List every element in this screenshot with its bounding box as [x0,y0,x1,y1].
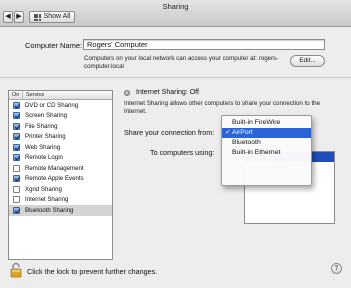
services-list: DVD or CD Sharing Screen Sharing File Shar… [9,100,112,216]
grid-icon [33,13,41,21]
service-label: Printer Sharing [25,133,66,141]
service-row[interactable]: Web Sharing [9,142,112,153]
lock-message: Click the lock to prevent further change… [27,267,158,276]
service-checkbox[interactable] [13,185,20,193]
service-row[interactable]: Internet Sharing [9,195,112,206]
service-row[interactable]: DVD or CD Sharing [9,100,112,111]
service-row[interactable]: Xgrid Sharing [9,184,112,195]
service-checkbox[interactable] [13,112,20,120]
computer-address-description: Computers on your local network can acce… [84,55,279,70]
services-table-header: On Service [9,91,112,100]
service-checkbox[interactable] [13,154,20,162]
service-label: Remote Login [25,154,63,162]
service-row[interactable]: Screen Sharing [9,111,112,122]
menu-item[interactable]: ✓ AirPort [222,128,311,138]
checkmark-icon: ✓ [225,129,231,136]
on-column-header[interactable]: On [9,91,23,99]
service-checkbox[interactable] [13,143,20,151]
internet-sharing-status: Internet Sharing: Off [136,89,199,96]
service-checkbox[interactable] [13,196,20,204]
internet-sharing-description: Internet Sharing allows other computers … [124,100,321,115]
service-checkbox[interactable] [13,206,20,214]
service-label: Remote Apple Events [25,175,84,183]
service-checkbox[interactable] [13,164,20,172]
status-indicator-icon [124,90,130,96]
service-label: Screen Sharing [25,112,68,120]
service-checkbox[interactable] [13,175,20,183]
computer-name-field[interactable] [83,39,325,50]
service-row[interactable]: Bluetooth Sharing [9,205,112,216]
service-row[interactable]: File Sharing [9,121,112,132]
service-row[interactable]: Printer Sharing [9,132,112,143]
divider [0,77,351,78]
service-checkbox[interactable] [13,133,20,141]
menu-item-label: Built-in FireWire [232,119,281,126]
computer-name-label: Computer Name: [25,41,83,50]
show-all-button[interactable]: Show All [29,11,75,23]
menu-item-label: AirPort [232,129,253,136]
service-label: Remote Management [25,164,84,172]
menu-item[interactable]: Built-in FireWire [222,118,311,128]
show-all-label: Show All [43,13,71,20]
window-title: Sharing [162,2,189,11]
service-label: File Sharing [25,122,58,130]
help-button[interactable]: ? [331,263,342,274]
service-checkbox[interactable] [13,101,20,109]
share-from-label: Share your connection from: [124,128,215,137]
menu-item[interactable]: Built-in Ethernet [222,148,311,158]
menu-item-label: Built-in Ethernet [232,149,281,156]
share-from-dropdown-menu[interactable]: Built-in FireWire ✓ AirPort Bluetooth Built-… [221,115,312,186]
edit-button[interactable]: Edit... [290,55,325,67]
service-label: Xgrid Sharing [25,185,62,193]
service-label: Bluetooth Sharing [25,206,74,214]
menu-item[interactable]: Bluetooth [222,138,311,148]
service-label: Web Sharing [25,143,61,151]
title-bar: Sharing ◀ ▶ Show All [0,0,351,27]
menu-item-label: Bluetooth [232,139,261,146]
service-checkbox[interactable] [13,122,20,130]
service-column-header[interactable]: Service [23,91,44,99]
sharing-pane: Computer Name: Computers on your local n… [0,27,351,288]
service-row[interactable]: Remote Apple Events [9,174,112,185]
services-table[interactable]: On Service DVD or CD Sharing Screen Shari… [8,90,113,260]
forward-button[interactable]: ▶ [14,11,24,23]
to-computers-label: To computers using: [150,148,215,157]
lock-icon[interactable] [10,262,22,278]
service-label: Internet Sharing [25,196,69,204]
service-label: DVD or CD Sharing [25,101,79,109]
back-button[interactable]: ◀ [3,11,13,23]
service-row[interactable]: Remote Management [9,163,112,174]
service-row[interactable]: Remote Login [9,153,112,164]
